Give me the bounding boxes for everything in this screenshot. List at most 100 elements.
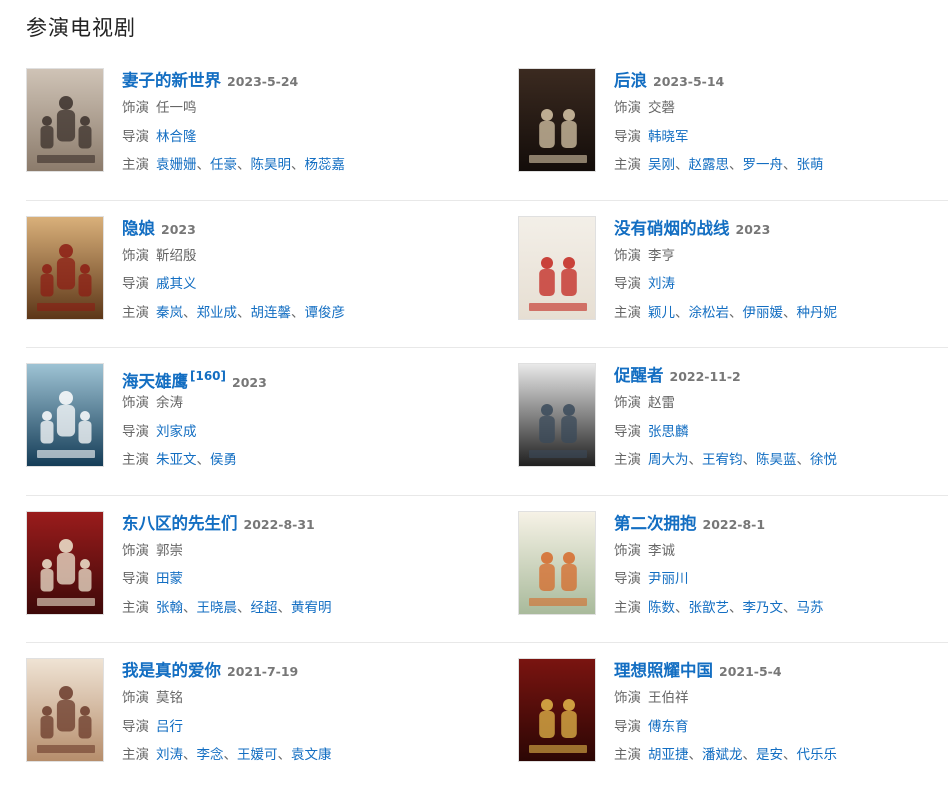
cast-field: 主演 陈数、张歆艺、李乃文、马苏 [614, 594, 948, 623]
cast-member-link[interactable]: 陈昊明 [251, 157, 292, 173]
yinniang-poster[interactable] [26, 215, 104, 320]
reference-link[interactable]: [160] [190, 369, 226, 383]
cast-member-link[interactable]: 郑业成 [197, 305, 238, 321]
cast-member-link[interactable]: 任豪 [210, 157, 237, 173]
drama-row: 东八区的先生们 2022-8-31 饰演 郭崇 导演 田蒙 主演 张翰、王晓晨、经超、黄宥明第… [26, 496, 948, 643]
drama-title-line: 第二次拥抱 2022-8-1 [614, 511, 948, 537]
cast-member-link[interactable]: 代乐乐 [797, 747, 838, 763]
role-label: 饰演 [122, 247, 149, 264]
role-label: 饰演 [122, 542, 149, 559]
drama-title-line: 理想照耀中国 2021-5-4 [614, 658, 948, 684]
cast-member-link[interactable]: 李念 [197, 747, 224, 763]
cast-separator: 、 [783, 599, 797, 616]
cast-member-link[interactable]: 袁文康 [291, 747, 332, 763]
houlang-poster[interactable] [518, 68, 596, 172]
cast-member-link[interactable]: 朱亚文 [156, 452, 197, 468]
role-value: 靳绍殷 [156, 247, 197, 264]
cuxing-poster[interactable] [518, 363, 596, 467]
cast-separator: 、 [277, 747, 292, 763]
cast-member-link[interactable]: 袁姗姗 [156, 157, 197, 173]
qizi-poster-image [27, 69, 103, 171]
cast-field: 主演 周大为、王宥钧、陈昊蓝、徐悦 [614, 446, 948, 475]
cast-member-link[interactable]: 潘斌龙 [702, 747, 743, 763]
cast-label: 主演 [122, 304, 149, 321]
cast-member-link[interactable]: 张翰 [156, 600, 183, 616]
drama-row: 隐娘 2023 饰演 靳绍殷 导演 戚其义 主演 秦岚、郑业成、胡连馨、谭俊彦 没有硝烟的战线 2… [26, 201, 948, 348]
director-link[interactable]: 田蒙 [156, 571, 183, 587]
cast-member-link[interactable]: 杨蕊嘉 [305, 157, 346, 173]
dierci-poster[interactable] [518, 510, 596, 615]
cast-member-link[interactable]: 谭俊彦 [305, 305, 346, 321]
director-field: 导演 刘涛 [614, 270, 948, 299]
drama-title-link[interactable]: 促醒者 [614, 366, 664, 385]
drama-card: 后浪 2023-5-14 饰演 交磬 导演 韩晓军 主演 吴刚、赵露思、罗一舟、张萌 [518, 68, 948, 173]
yinniang-poster-image [27, 216, 103, 319]
dierci-poster-image [519, 511, 595, 614]
cast-member-link[interactable]: 罗一舟 [743, 157, 784, 173]
release-date: 2023-5-24 [227, 74, 299, 89]
cast-member-link[interactable]: 颖儿 [648, 305, 675, 321]
xiaoyan-poster[interactable] [518, 215, 596, 320]
cast-label: 主演 [122, 452, 149, 468]
cast-member-link[interactable]: 种丹妮 [797, 305, 838, 321]
cast-member-link[interactable]: 王宥钧 [702, 452, 743, 468]
qizi-poster[interactable] [26, 68, 104, 172]
role-label: 饰演 [122, 690, 149, 706]
drama-title-link[interactable]: 理想照耀中国 [614, 661, 713, 680]
cast-member-link[interactable]: 秦岚 [156, 305, 183, 321]
lixiang-poster-image [519, 659, 595, 761]
cast-member-link[interactable]: 陈数 [648, 600, 675, 616]
section-title: 参演电视剧 [26, 16, 136, 40]
director-label: 导演 [614, 423, 641, 440]
drama-row: 妻子的新世界 2023-5-24 饰演 任一鸣 导演 林合隆 主演 袁姗姗、任豪、陈昊明、杨蕊… [26, 53, 948, 201]
drama-title-link[interactable]: 后浪 [614, 71, 647, 90]
drama-title-link[interactable]: 我是真的爱你 [122, 661, 221, 680]
role-value: 郭崇 [156, 542, 183, 559]
lixiang-poster[interactable] [518, 658, 596, 762]
drama-title-link[interactable]: 隐娘 [122, 219, 155, 238]
cast-field: 主演 秦岚、郑业成、胡连馨、谭俊彦 [122, 299, 482, 328]
director-link[interactable]: 吕行 [156, 719, 183, 735]
cast-member-link[interactable]: 王媛可 [237, 747, 278, 763]
director-link[interactable]: 刘家成 [156, 424, 197, 440]
role-value: 余涛 [156, 395, 183, 411]
dongbaqu-poster[interactable] [26, 510, 104, 615]
director-link[interactable]: 戚其义 [156, 276, 197, 292]
cast-field: 主演 张翰、王晓晨、经超、黄宥明 [122, 594, 482, 623]
role-field: 饰演 李亨 [614, 242, 948, 271]
cast-label: 主演 [614, 304, 641, 321]
cast-member-link[interactable]: 徐悦 [810, 452, 837, 468]
cast-member-link[interactable]: 马苏 [797, 600, 824, 616]
cast-member-link[interactable]: 赵露思 [689, 157, 730, 173]
director-link[interactable]: 林合隆 [156, 129, 197, 145]
cast-member-link[interactable]: 王晓晨 [197, 600, 238, 616]
cast-member-link[interactable]: 侯勇 [210, 452, 237, 468]
drama-title-line: 东八区的先生们 2022-8-31 [122, 511, 482, 537]
director-link[interactable]: 刘涛 [648, 276, 675, 292]
cast-member-link[interactable]: 陈昊蓝 [756, 452, 797, 468]
drama-title-link[interactable]: 妻子的新世界 [122, 71, 221, 90]
director-link[interactable]: 张思麟 [648, 424, 689, 440]
cast-member-link[interactable]: 胡亚捷 [648, 747, 689, 763]
director-link[interactable]: 韩晓军 [648, 129, 689, 145]
drama-title-link[interactable]: 第二次拥抱 [614, 514, 697, 533]
woshi-poster[interactable] [26, 658, 104, 762]
cast-member-link[interactable]: 胡连馨 [251, 305, 292, 321]
drama-info: 隐娘 2023 饰演 靳绍殷 导演 戚其义 主演 秦岚、郑业成、胡连馨、谭俊彦 [122, 216, 482, 328]
cast-member-link[interactable]: 涂松岩 [689, 305, 730, 321]
director-link[interactable]: 尹丽川 [648, 571, 689, 587]
director-link[interactable]: 傅东育 [648, 719, 689, 735]
cast-member-link[interactable]: 周大为 [648, 452, 689, 468]
haitian-poster[interactable] [26, 363, 104, 467]
cast-member-link[interactable]: 经超 [251, 600, 278, 616]
cast-member-link[interactable]: 张萌 [797, 157, 824, 173]
cast-member-link[interactable]: 张歆艺 [689, 600, 730, 616]
cast-member-link[interactable]: 吴刚 [648, 157, 675, 173]
cast-member-link[interactable]: 李乃文 [743, 600, 784, 616]
cast-member-link[interactable]: 黄宥明 [291, 600, 332, 616]
drama-title-link[interactable]: 东八区的先生们 [122, 514, 238, 533]
cast-member-link[interactable]: 刘涛 [156, 747, 183, 763]
cast-member-link[interactable]: 是安 [756, 747, 783, 763]
drama-title-link[interactable]: 没有硝烟的战线 [614, 219, 730, 238]
cast-member-link[interactable]: 伊丽媛 [743, 305, 784, 321]
